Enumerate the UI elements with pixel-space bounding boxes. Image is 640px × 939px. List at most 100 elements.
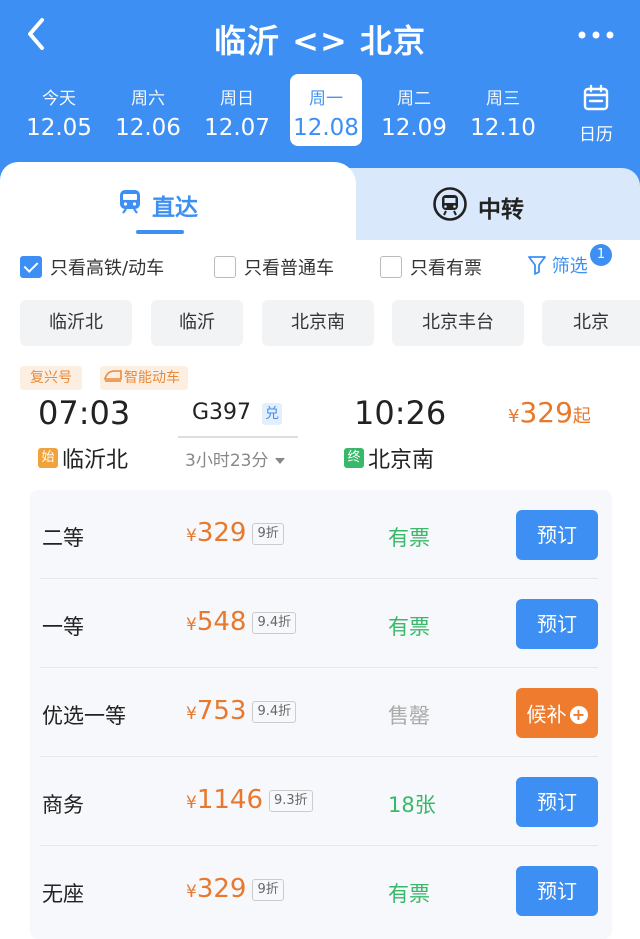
seat-row: 无座 ¥329 9折 有票 预订 xyxy=(30,846,612,935)
checkbox-label: 只看高铁/动车 xyxy=(50,258,165,279)
fuxing-tag: 复兴号 xyxy=(20,366,82,390)
top-nav: 临沂 <> 北京 xyxy=(0,0,640,72)
book-button[interactable]: 预订 xyxy=(516,777,598,827)
train-circle-icon xyxy=(432,186,468,228)
departure-time: 07:03 xyxy=(38,394,131,432)
available-only-checkbox[interactable]: 只看有票 xyxy=(380,254,482,279)
date-item-selected[interactable]: 周一 12.08 xyxy=(290,74,362,146)
station-chip[interactable]: 临沂 xyxy=(151,300,243,346)
price-value: 753 xyxy=(196,696,247,726)
discount-badge: 9折 xyxy=(252,523,284,545)
lowest-price: ¥329起 xyxy=(508,396,591,429)
filter-count-badge: 1 xyxy=(590,244,612,266)
checkbox-checked xyxy=(20,256,42,278)
station-chip[interactable]: 北京 xyxy=(542,300,640,346)
date-item[interactable]: 周二 12.09 xyxy=(378,74,450,146)
normal-train-checkbox[interactable]: 只看普通车 xyxy=(214,254,334,279)
departure-station-name: 临沂北 xyxy=(62,448,129,473)
date-item[interactable]: 周三 12.10 xyxy=(467,74,539,146)
date-weekday: 周二 xyxy=(397,89,431,109)
date-value: 12.08 xyxy=(293,115,359,141)
date-weekday: 周一 xyxy=(309,89,343,109)
date-selector: 今天 12.05 周六 12.06 周日 12.07 周一 12.08 周二 1… xyxy=(0,74,640,150)
seat-price: ¥548 9.4折 xyxy=(186,607,297,637)
seat-price: ¥1146 9.3折 xyxy=(186,785,313,815)
price-value: 548 xyxy=(196,607,247,637)
route-line xyxy=(178,436,298,438)
terminal-mark: 终 xyxy=(344,448,364,468)
date-item[interactable]: 周六 12.06 xyxy=(112,74,184,146)
currency-symbol: ¥ xyxy=(186,882,197,902)
book-button[interactable]: 预订 xyxy=(516,510,598,560)
filter-label: 筛选 xyxy=(551,256,588,277)
filter-button[interactable]: 筛选 xyxy=(528,252,588,278)
price-value: 329 xyxy=(196,518,247,548)
price-value: 329 xyxy=(519,396,573,429)
seat-row: 二等 ¥329 9折 有票 预订 xyxy=(30,490,612,579)
seat-list: 二等 ¥329 9折 有票 预订 一等 ¥548 9.4折 有票 预订 优选一等 ¥… xyxy=(30,490,612,939)
price-value: 1146 xyxy=(196,785,263,815)
filter-bar: 只看高铁/动车 只看普通车 只看有票 筛选 xyxy=(0,248,640,284)
station-chip[interactable]: 临沂北 xyxy=(20,300,132,346)
date-weekday: 周六 xyxy=(131,89,165,109)
station-chip[interactable]: 北京南 xyxy=(262,300,374,346)
trip-type-tabs: 直达 中转 xyxy=(0,162,640,240)
high-speed-checkbox[interactable]: 只看高铁/动车 xyxy=(20,254,165,279)
currency-symbol: ¥ xyxy=(186,793,197,813)
duration-toggle[interactable]: 3小时23分 xyxy=(185,446,286,471)
checkbox-label: 只看普通车 xyxy=(244,258,334,279)
seat-class: 一等 xyxy=(42,615,84,639)
seat-availability: 有票 xyxy=(388,882,430,906)
currency-symbol: ¥ xyxy=(186,704,197,724)
departure-station: 始临沂北 xyxy=(38,442,128,474)
calendar-label: 日历 xyxy=(579,125,613,145)
route-title: 临沂 <> 北京 xyxy=(214,22,426,60)
checkbox-unchecked xyxy=(214,256,236,278)
discount-badge: 9折 xyxy=(252,879,284,901)
currency-symbol: ¥ xyxy=(186,615,197,635)
plus-circle-icon: + xyxy=(569,705,588,724)
book-button[interactable]: 预订 xyxy=(516,599,598,649)
seat-availability: 售罄 xyxy=(388,704,430,728)
price-suffix: 起 xyxy=(572,406,591,427)
date-weekday: 周日 xyxy=(220,89,254,109)
date-weekday: 今天 xyxy=(42,89,76,109)
arrival-time: 10:26 xyxy=(354,394,447,432)
date-weekday: 周三 xyxy=(486,89,520,109)
bullet-train-icon xyxy=(103,366,122,390)
filter-funnel-icon xyxy=(528,256,546,275)
date-value: 12.07 xyxy=(204,115,270,141)
date-value: 12.06 xyxy=(115,115,181,141)
currency-symbol: ¥ xyxy=(186,526,197,546)
smart-emu-label: 智能动车 xyxy=(124,370,180,386)
seat-class: 无座 xyxy=(42,882,84,906)
tab-direct-label: 直达 xyxy=(152,195,198,221)
more-horizontal-icon[interactable] xyxy=(576,20,616,50)
train-icon xyxy=(118,189,142,221)
tab-transfer[interactable]: 中转 xyxy=(432,186,524,228)
checkbox-unchecked xyxy=(380,256,402,278)
station-chip[interactable]: 北京丰台 xyxy=(392,300,524,346)
tab-active-indicator xyxy=(136,230,184,234)
redeem-badge: 兑 xyxy=(262,403,282,425)
seat-availability: 18张 xyxy=(388,793,436,817)
seat-availability: 有票 xyxy=(388,526,430,550)
arrival-station: 终北京南 xyxy=(344,442,434,474)
date-item[interactable]: 今天 12.05 xyxy=(23,74,95,146)
waitlist-button[interactable]: 候补 + xyxy=(516,688,598,738)
discount-badge: 9.4折 xyxy=(252,612,297,634)
seat-row: 优选一等 ¥753 9.4折 售罄 候补 + xyxy=(30,668,612,757)
discount-badge: 9.4折 xyxy=(252,701,297,723)
seat-price: ¥329 9折 xyxy=(186,518,284,548)
calendar-button[interactable]: 日历 xyxy=(568,84,624,145)
calendar-icon xyxy=(583,84,609,111)
date-item[interactable]: 周日 12.07 xyxy=(201,74,273,146)
station-filter-row: 临沂北 临沂 北京南 北京丰台 北京 xyxy=(0,300,640,346)
duration-text: 3小时23分 xyxy=(185,451,269,471)
tab-direct[interactable]: 直达 xyxy=(118,188,198,222)
seat-price: ¥329 9折 xyxy=(186,874,284,904)
seat-price: ¥753 9.4折 xyxy=(186,696,297,726)
seat-class: 二等 xyxy=(42,526,84,550)
book-button[interactable]: 预订 xyxy=(516,866,598,916)
checkbox-label: 只看有票 xyxy=(410,258,482,279)
